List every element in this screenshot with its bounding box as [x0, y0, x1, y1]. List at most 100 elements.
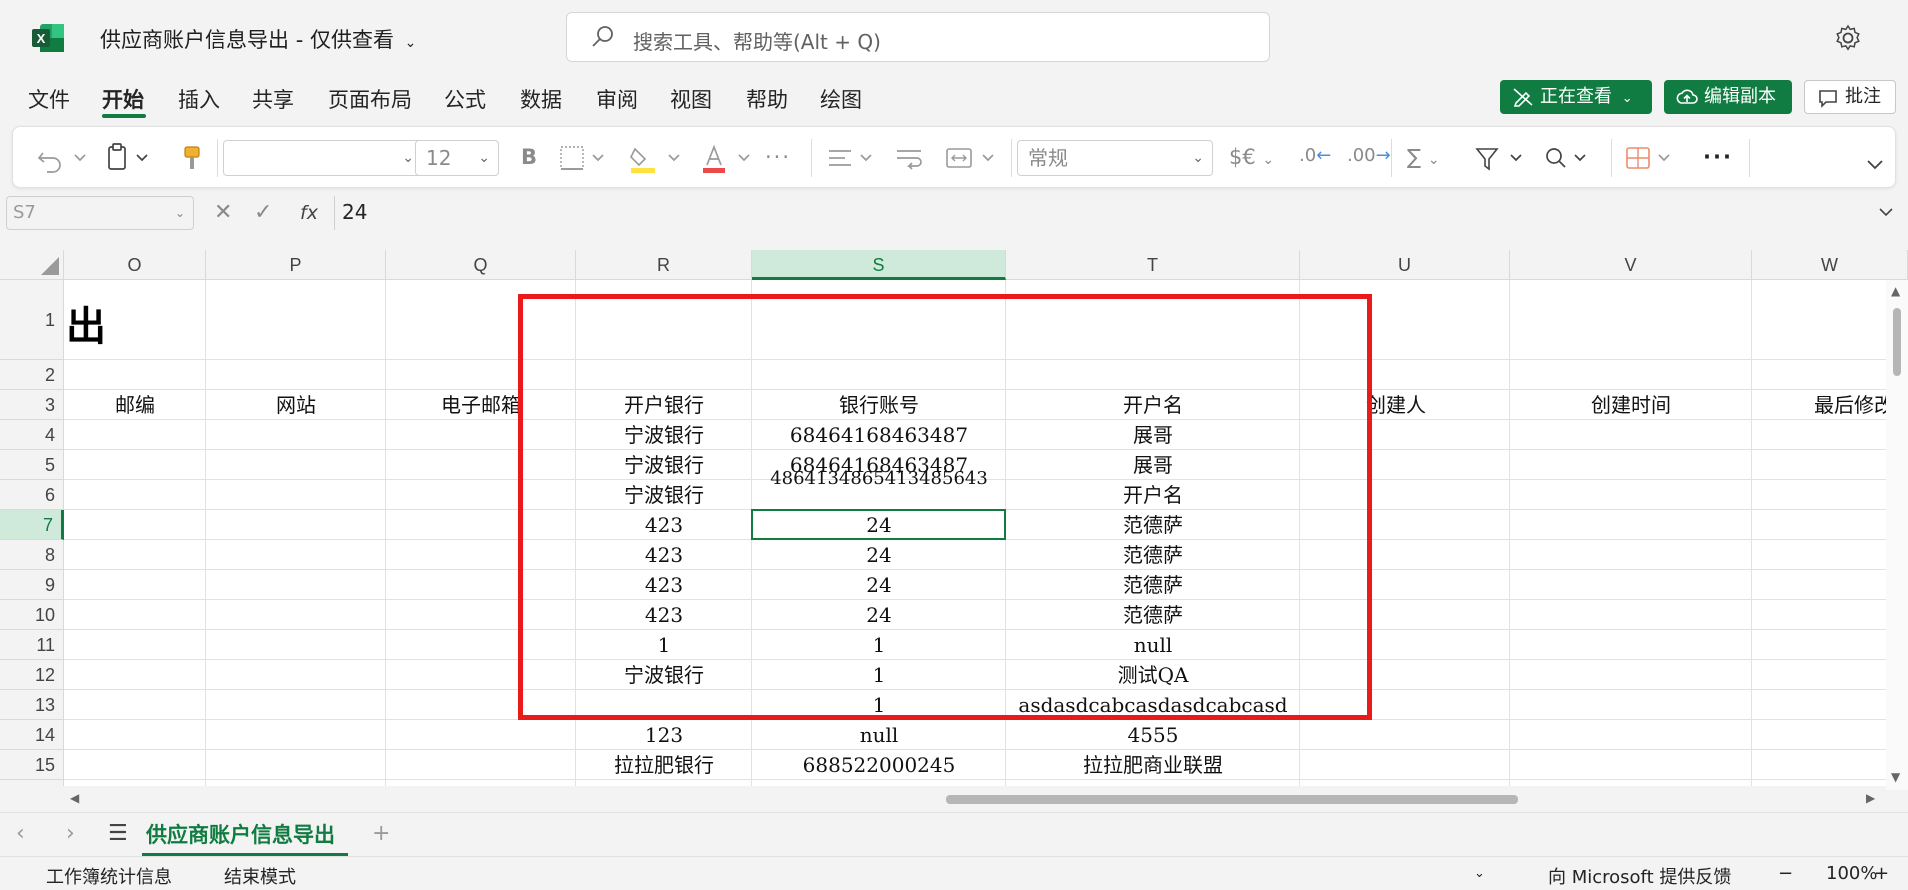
- sort-filter-icon[interactable]: [1473, 141, 1531, 175]
- search-box[interactable]: 搜索工具、帮助等(Alt + Q): [566, 12, 1270, 62]
- row-header-5[interactable]: 5: [0, 450, 64, 480]
- column-header-w[interactable]: W: [1752, 250, 1908, 280]
- tab-share[interactable]: 共享: [252, 84, 294, 114]
- more-options-icon[interactable]: ···: [1703, 145, 1733, 169]
- find-icon[interactable]: [1541, 141, 1597, 175]
- row-header-4[interactable]: 4: [0, 420, 64, 450]
- tab-data[interactable]: 数据: [520, 84, 562, 114]
- decrease-decimal-icon[interactable]: .0←: [1299, 145, 1331, 166]
- font-size-select[interactable]: 12 ⌄: [415, 140, 499, 176]
- scroll-up-icon[interactable]: ▲: [1891, 284, 1900, 298]
- cell-s15[interactable]: 688522000245: [752, 750, 1006, 780]
- cell-r15[interactable]: 拉拉肥银行: [576, 750, 752, 780]
- tab-file[interactable]: 文件: [28, 84, 70, 114]
- column-header-p[interactable]: P: [206, 250, 386, 280]
- row-header-12[interactable]: 12: [0, 660, 64, 690]
- workbook-statistics[interactable]: 工作簿统计信息: [46, 863, 172, 889]
- cell-r14[interactable]: 123: [576, 720, 752, 750]
- cell-o3[interactable]: 邮编: [64, 390, 206, 420]
- currency-format-icon[interactable]: $€ ⌄: [1229, 145, 1274, 169]
- sheet-tab-active[interactable]: 供应商账户信息导出: [146, 819, 335, 849]
- add-sheet-icon[interactable]: +: [372, 821, 390, 846]
- column-header-r[interactable]: R: [576, 250, 752, 280]
- tab-help[interactable]: 帮助: [746, 84, 788, 114]
- font-color-icon[interactable]: [699, 141, 759, 175]
- format-as-table-icon[interactable]: [1623, 141, 1681, 175]
- tab-insert[interactable]: 插入: [178, 84, 220, 114]
- borders-icon[interactable]: [557, 141, 611, 175]
- row-header-6[interactable]: 6: [0, 480, 64, 510]
- font-family-select[interactable]: ⌄: [223, 140, 423, 176]
- column-header-s[interactable]: S: [752, 250, 1006, 280]
- row-header-16[interactable]: 16: [0, 780, 64, 786]
- row-header-13[interactable]: 13: [0, 690, 64, 720]
- zoom-in-icon[interactable]: +: [1874, 863, 1889, 884]
- zoom-out-icon[interactable]: −: [1778, 863, 1793, 884]
- align-icon[interactable]: [825, 141, 881, 175]
- expand-formula-bar-icon[interactable]: [1878, 204, 1894, 220]
- row-header-1[interactable]: 1: [0, 280, 64, 360]
- cell-w3[interactable]: 最后修改: [1752, 390, 1908, 420]
- horizontal-scrollbar[interactable]: ◀ ▶: [64, 786, 1886, 812]
- merge-center-icon[interactable]: [943, 141, 1003, 175]
- row-header-10[interactable]: 10: [0, 600, 64, 630]
- formula-input[interactable]: 24: [342, 200, 367, 224]
- row-header-9[interactable]: 9: [0, 570, 64, 600]
- increase-decimal-icon[interactable]: .00→: [1347, 145, 1391, 166]
- tab-review[interactable]: 审阅: [596, 84, 638, 114]
- row-header-15[interactable]: 15: [0, 750, 64, 780]
- name-box[interactable]: S7 ⌄: [6, 196, 194, 230]
- fill-color-icon[interactable]: [627, 141, 687, 175]
- row-header-7[interactable]: 7: [0, 510, 64, 540]
- chevron-down-icon[interactable]: ⌄: [1474, 866, 1485, 881]
- row-header-11[interactable]: 11: [0, 630, 64, 660]
- insert-function-icon[interactable]: fx: [300, 202, 318, 224]
- tab-home[interactable]: 开始: [102, 84, 144, 114]
- cell-s14[interactable]: null: [752, 720, 1006, 750]
- horizontal-scroll-thumb[interactable]: [946, 795, 1518, 804]
- scroll-right-icon[interactable]: ▶: [1866, 791, 1875, 805]
- column-header-o[interactable]: O: [64, 250, 206, 280]
- scroll-down-icon[interactable]: ▼: [1891, 770, 1900, 784]
- column-header-t[interactable]: T: [1006, 250, 1300, 280]
- confirm-icon[interactable]: ✓: [254, 200, 272, 225]
- tab-draw[interactable]: 绘图: [820, 84, 862, 114]
- cell-t14[interactable]: 4555: [1006, 720, 1300, 750]
- feedback-link[interactable]: 向 Microsoft 提供反馈: [1548, 863, 1731, 889]
- previous-sheet-icon[interactable]: ‹: [16, 821, 25, 846]
- zoom-level[interactable]: 100%: [1826, 863, 1877, 884]
- undo-icon[interactable]: [35, 141, 93, 175]
- gear-icon[interactable]: [1834, 24, 1862, 52]
- column-header-u[interactable]: U: [1300, 250, 1510, 280]
- tab-view[interactable]: 视图: [670, 84, 712, 114]
- row-header-8[interactable]: 8: [0, 540, 64, 570]
- select-all-corner[interactable]: [0, 250, 64, 280]
- number-format-select[interactable]: 常规 ⌄: [1017, 140, 1213, 176]
- tab-page-layout[interactable]: 页面布局: [328, 84, 412, 114]
- edit-copy-button[interactable]: 编辑副本: [1664, 80, 1792, 114]
- wrap-text-icon[interactable]: [893, 141, 927, 175]
- comments-button[interactable]: 批注: [1804, 80, 1896, 114]
- vertical-scrollbar[interactable]: ▲ ▼: [1886, 280, 1908, 790]
- tab-formulas[interactable]: 公式: [444, 84, 486, 114]
- column-header-q[interactable]: Q: [386, 250, 576, 280]
- next-sheet-icon[interactable]: ›: [66, 821, 75, 846]
- spreadsheet-grid[interactable]: OPQRSTUVW 12345678910111213141516 出 邮编网站…: [0, 250, 1908, 786]
- all-sheets-menu-icon[interactable]: ☰: [108, 821, 128, 846]
- vertical-scroll-thumb[interactable]: [1893, 308, 1901, 376]
- row-header-3[interactable]: 3: [0, 390, 64, 420]
- row-header-2[interactable]: 2: [0, 360, 64, 390]
- more-font-options-icon[interactable]: ···: [765, 145, 791, 169]
- viewing-mode-button[interactable]: 正在查看 ⌄: [1500, 80, 1652, 114]
- cell-v3[interactable]: 创建时间: [1510, 390, 1752, 420]
- format-painter-icon[interactable]: [177, 141, 207, 175]
- cancel-icon[interactable]: ✕: [214, 200, 232, 225]
- bold-icon[interactable]: B: [521, 145, 537, 169]
- row-header-14[interactable]: 14: [0, 720, 64, 750]
- scroll-left-icon[interactable]: ◀: [70, 791, 79, 805]
- autosum-icon[interactable]: ∑ ⌄: [1407, 145, 1440, 169]
- column-header-v[interactable]: V: [1510, 250, 1752, 280]
- cell-p3[interactable]: 网站: [206, 390, 386, 420]
- document-title[interactable]: 供应商账户信息导出 - 仅供查看 ⌄: [100, 24, 416, 54]
- paste-icon[interactable]: [105, 141, 165, 175]
